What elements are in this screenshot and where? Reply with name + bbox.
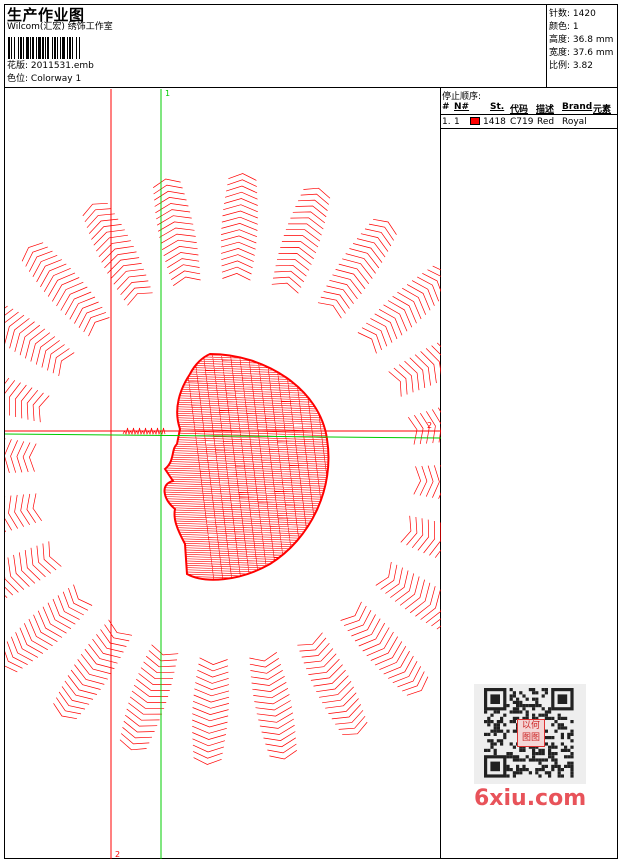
embroidery-design: 1 2 2	[5, 89, 441, 859]
row-stitches: 1418	[483, 117, 506, 127]
petal	[153, 178, 201, 286]
barcode	[8, 37, 80, 59]
sequence-header-rule	[440, 114, 618, 115]
petal	[249, 652, 297, 760]
petal	[21, 242, 110, 337]
spec-colors: 颜色: 1	[549, 22, 579, 32]
design-label: 花版:	[7, 61, 29, 71]
design-name-row: 花版: 2011531.emb	[7, 61, 94, 72]
guide-label-green-top: 1	[165, 89, 170, 98]
petal	[340, 601, 429, 696]
petal	[357, 265, 441, 354]
spec-width: 宽度: 37.6 mm	[549, 48, 614, 58]
col-header-needle: N#	[454, 102, 470, 112]
petal	[375, 561, 441, 630]
row-code: C719	[510, 117, 534, 127]
row-num: 1.	[442, 117, 451, 127]
petal	[53, 619, 133, 720]
petal	[220, 173, 258, 281]
spec-scale: 比例: 3.82	[549, 61, 593, 71]
petal	[5, 493, 42, 533]
guide-label-red-bottom: 2	[115, 850, 120, 859]
col-header-brand: Brand	[562, 102, 593, 112]
col-header-num: #	[442, 102, 450, 112]
site-logo: 6xiu.com	[474, 786, 587, 811]
petal	[413, 465, 441, 499]
row-desc: Red	[537, 117, 555, 127]
petal	[297, 632, 368, 736]
header-divider	[4, 87, 618, 88]
colorway-row: 色位: Colorway 1	[7, 74, 81, 85]
face-profile	[122, 352, 330, 581]
spec-stitches: 针数: 1420	[549, 9, 596, 19]
petal	[119, 644, 179, 751]
petal	[82, 202, 153, 306]
petal	[5, 438, 37, 473]
specs-box: 针数: 1420 颜色: 1 高度: 36.8 mm 宽度: 37.6 mm 比…	[549, 6, 613, 71]
spec-height: 高度: 36.8 mm	[549, 35, 614, 45]
petal	[5, 584, 93, 673]
software-name: Wilcom(汇宏) 绣饰工作室	[7, 22, 113, 32]
sequence-row-rule	[440, 128, 618, 129]
row-brand: Royal	[562, 117, 587, 127]
guide-label-red-right: 2	[427, 421, 432, 430]
petal	[317, 218, 397, 319]
sequence-title: 停止顺序:	[442, 92, 482, 102]
petal	[5, 305, 75, 377]
colorway-label: 色位:	[7, 74, 29, 84]
design-name: 2011531.emb	[30, 61, 94, 71]
petal	[5, 541, 62, 598]
row-needle: 1	[454, 117, 460, 127]
col-header-stitches: St.	[490, 102, 505, 112]
petal	[400, 515, 441, 560]
petal	[271, 187, 331, 294]
qr-badge: 以何图图	[517, 719, 545, 747]
petal	[192, 657, 230, 765]
sunburst-petals	[5, 173, 441, 765]
specs-divider	[546, 4, 547, 87]
colorway-name: Colorway 1	[30, 74, 82, 84]
petal	[5, 377, 50, 423]
color-swatch	[470, 117, 480, 125]
